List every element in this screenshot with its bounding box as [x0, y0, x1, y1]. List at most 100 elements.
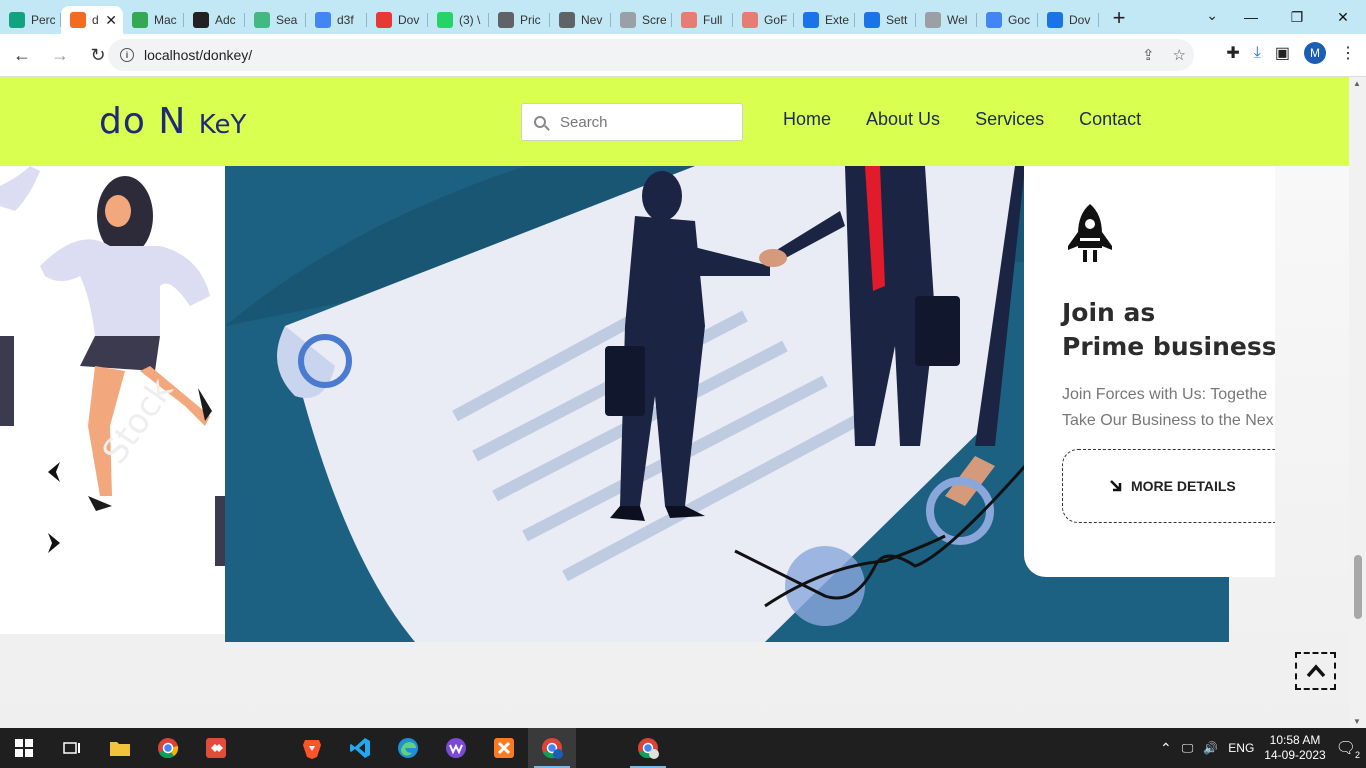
rainbow-icon: [681, 12, 697, 28]
search-input[interactable]: [560, 113, 730, 131]
tab-title: GoF: [764, 13, 788, 27]
nav-about-us[interactable]: About Us: [866, 109, 940, 130]
card-text-line-1: Join Forces with Us: Togethe: [1062, 386, 1268, 403]
site-logo[interactable]: do N KeY: [99, 101, 246, 142]
browser-tab[interactable]: Adc: [184, 6, 245, 34]
browser-tab[interactable]: (3) \: [428, 6, 489, 34]
downloads-icon[interactable]: ⤓: [1254, 44, 1261, 62]
task-view-icon[interactable]: [48, 728, 96, 768]
camera-icon: [925, 12, 941, 28]
chevron-up-icon: [1306, 664, 1325, 678]
back-button[interactable]: ←: [6, 39, 38, 71]
dancing-woman-illustration: Stock: [0, 166, 225, 566]
browser-tab[interactable]: Dov: [367, 6, 428, 34]
start-button[interactable]: [0, 728, 48, 768]
notifications-count: 2: [1354, 750, 1360, 760]
tab-title: d3f: [337, 13, 354, 27]
close-window-button[interactable]: ✕: [1320, 0, 1366, 34]
carousel-next-arrow[interactable]: [44, 530, 64, 561]
openai-icon: [9, 12, 25, 28]
whatsapp-icon: [437, 12, 453, 28]
tab-search-icon[interactable]: ⌄: [1206, 7, 1218, 24]
network-icon[interactable]: 🖵: [1182, 741, 1194, 756]
nav-contact[interactable]: Contact: [1079, 109, 1141, 130]
card-title-line-2: Prime business pa: [1062, 332, 1275, 361]
back-to-top-button[interactable]: [1295, 652, 1336, 690]
tab-title: Dov: [398, 13, 420, 27]
browser-tab[interactable]: Wel: [916, 6, 977, 34]
tab-title: Dov: [1069, 13, 1091, 27]
browser-tab[interactable]: Scre: [611, 6, 672, 34]
tab-title: Goc: [1008, 13, 1031, 27]
page-scrollbar[interactable]: ▲ ▼: [1349, 77, 1366, 728]
site-info-icon[interactable]: i: [120, 48, 134, 62]
doc-icon: [620, 12, 636, 28]
browser-tab[interactable]: Perc: [0, 6, 61, 34]
nav-services[interactable]: Services: [975, 109, 1044, 130]
tab-title: Adc: [215, 13, 236, 27]
more-details-button[interactable]: MORE DETAILS: [1062, 449, 1275, 523]
scroll-down-icon[interactable]: ▼: [1353, 717, 1361, 726]
browser-toolbar: ← → ↻ i localhost/donkey/ ⇪ ☆ ✚ ⤓ ▣ M ⋮: [0, 34, 1366, 77]
tab-title: Pric: [520, 13, 541, 27]
rainbow-icon: [742, 12, 758, 28]
forward-button[interactable]: →: [44, 39, 76, 71]
share-icon[interactable]: ⇪: [1142, 46, 1155, 64]
url-text[interactable]: localhost/donkey/: [144, 47, 252, 63]
chrome-icon: [559, 12, 575, 28]
new-tab-button[interactable]: +: [1105, 4, 1133, 32]
carousel-prev-arrow[interactable]: [44, 459, 64, 490]
browser-tab[interactable]: Full: [672, 6, 733, 34]
notifications-icon[interactable]: 🗨 2: [1336, 738, 1360, 760]
browser-tab[interactable]: Sea: [245, 6, 306, 34]
browser-tab[interactable]: Exte: [794, 6, 855, 34]
volume-icon[interactable]: 🔊: [1203, 741, 1218, 755]
profile-avatar[interactable]: M: [1304, 42, 1326, 64]
chrome-profile-m-icon[interactable]: [528, 728, 576, 768]
nav-home[interactable]: Home: [783, 109, 831, 130]
browser-tab[interactable]: GoF: [733, 6, 794, 34]
clock[interactable]: 10:58 AM 14-09-2023: [1264, 733, 1325, 763]
scroll-thumb[interactable]: [1354, 555, 1362, 619]
browser-tab[interactable]: Goc: [977, 6, 1038, 34]
tray-overflow-icon[interactable]: ⌃: [1160, 740, 1172, 757]
browser-tab[interactable]: Dov: [1038, 6, 1099, 34]
chrome-profile-2-icon[interactable]: [624, 728, 672, 768]
globe-icon: [498, 12, 514, 28]
tab-title: Wel: [947, 13, 968, 27]
browser-tab[interactable]: d ✕: [61, 6, 123, 34]
browser-tab[interactable]: d3f: [306, 6, 367, 34]
vue-icon: [254, 12, 270, 28]
anydesk-icon[interactable]: [192, 728, 240, 768]
main-nav: Home About Us Services Contact: [783, 109, 1141, 130]
side-panel-icon[interactable]: ▣: [1275, 43, 1290, 63]
address-bar[interactable]: i localhost/donkey/ ⇪ ☆: [108, 39, 1194, 71]
browser-tab[interactable]: Sett: [855, 6, 916, 34]
card-title: Join as Prime business pa: [1062, 296, 1275, 364]
card-description: Join Forces with Us: Togethe Take Our Bu…: [1062, 382, 1275, 434]
browser-tab[interactable]: Pric: [489, 6, 550, 34]
logo-tail-text: KeY: [198, 110, 247, 140]
menu-kebab-icon[interactable]: ⋮: [1340, 43, 1356, 63]
chrome-taskbar-icon[interactable]: [144, 728, 192, 768]
extensions-icon[interactable]: ✚: [1226, 43, 1239, 63]
minimize-button[interactable]: —: [1228, 0, 1274, 34]
tab-close-icon[interactable]: ✕: [105, 12, 117, 29]
clock-time: 10:58 AM: [1269, 733, 1321, 747]
xampp-icon[interactable]: [480, 728, 528, 768]
brave-icon[interactable]: [288, 728, 336, 768]
bookmark-star-icon[interactable]: ☆: [1173, 46, 1186, 64]
more-details-label: MORE DETAILS: [1131, 478, 1236, 494]
edge-icon[interactable]: [384, 728, 432, 768]
tab-title: Sett: [886, 13, 908, 27]
wps-icon[interactable]: [432, 728, 480, 768]
browser-tab[interactable]: Nev: [550, 6, 611, 34]
language-indicator[interactable]: ENG: [1228, 741, 1254, 755]
scroll-up-icon[interactable]: ▲: [1353, 79, 1361, 88]
file-explorer-icon[interactable]: [96, 728, 144, 768]
browser-tab[interactable]: Mac: [123, 6, 184, 34]
google-icon: [315, 12, 331, 28]
site-search[interactable]: [521, 103, 743, 141]
vscode-icon[interactable]: [336, 728, 384, 768]
maximize-button[interactable]: ❐: [1274, 0, 1320, 34]
